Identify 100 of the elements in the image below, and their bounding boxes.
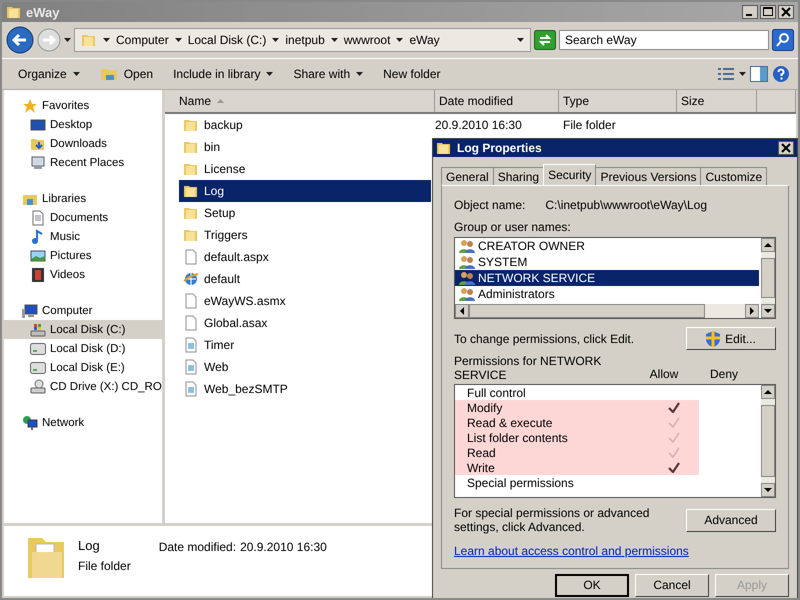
- scrollbar[interactable]: [455, 304, 759, 318]
- help-link[interactable]: Learn about access control and permissions: [454, 544, 689, 558]
- advanced-button[interactable]: Advanced: [686, 508, 776, 532]
- dialog-button[interactable]: Cancel: [635, 574, 709, 596]
- cd-drive-icon: [30, 378, 46, 394]
- nav-item[interactable]: Computer: [4, 301, 162, 320]
- nav-item[interactable]: Favorites: [4, 96, 162, 115]
- file-item[interactable]: Web_bezSMTP: [179, 378, 431, 400]
- caret-icon[interactable]: [517, 38, 524, 42]
- caret-icon[interactable]: [64, 38, 71, 42]
- scroll-up-icon[interactable]: [761, 238, 775, 252]
- permission-name: Write: [467, 460, 496, 474]
- address-bar[interactable]: Computer Local Disk (C:) inetpub wwwroot eWay: [74, 28, 531, 52]
- nav-item[interactable]: Network: [4, 413, 162, 432]
- scroll-up-icon[interactable]: [761, 385, 775, 399]
- caret-icon[interactable]: [739, 72, 746, 76]
- nav-item[interactable]: Pictures: [4, 246, 162, 265]
- close-icon[interactable]: [778, 141, 794, 155]
- instruction-text: To change permissions, click Edit.: [454, 332, 636, 346]
- dialog-button[interactable]: OK: [555, 574, 629, 596]
- scroll-down-icon[interactable]: [761, 304, 775, 318]
- scroll-right-icon[interactable]: [745, 304, 759, 318]
- file-item[interactable]: Global.asax: [179, 312, 431, 334]
- column-header[interactable]: Date modified: [435, 90, 559, 112]
- film-icon: [30, 266, 46, 282]
- toolbar-button[interactable]: Open: [92, 63, 162, 85]
- scroll-left-icon[interactable]: [455, 304, 469, 318]
- nav-item[interactable]: Music: [4, 227, 162, 246]
- search-field[interactable]: Search eWay: [559, 30, 769, 50]
- caret-icon: [72, 72, 80, 76]
- refresh-icon[interactable]: [534, 30, 556, 50]
- preview-pane-icon[interactable]: [750, 66, 768, 82]
- folder-icon: [183, 183, 199, 199]
- settings-file-icon: [183, 359, 199, 375]
- file-item[interactable]: Triggers: [179, 224, 431, 246]
- breadcrumb-item[interactable]: inetpub: [285, 33, 325, 47]
- users-icon: [459, 287, 475, 301]
- column-header[interactable]: Type: [559, 90, 677, 112]
- close-icon[interactable]: [778, 5, 794, 19]
- nav-item[interactable]: Documents: [4, 208, 162, 227]
- toolbar-button[interactable]: Organize: [10, 64, 88, 84]
- minimize-icon[interactable]: [742, 5, 758, 19]
- nav-item[interactable]: Downloads: [4, 134, 162, 153]
- caret-icon[interactable]: [103, 38, 110, 42]
- breadcrumb-item[interactable]: wwwroot: [344, 33, 390, 47]
- scroll-thumb[interactable]: [761, 258, 775, 298]
- document-icon: [183, 315, 199, 331]
- user-item[interactable]: NETWORK SERVICE: [455, 270, 759, 286]
- view-list-icon[interactable]: [717, 67, 735, 81]
- user-item[interactable]: SYSTEM: [455, 254, 759, 270]
- scroll-thumb[interactable]: [469, 304, 705, 318]
- scroll-thumb[interactable]: [761, 405, 775, 477]
- breadcrumb-item[interactable]: Computer: [116, 33, 169, 47]
- toolbar-button[interactable]: Share with: [285, 64, 372, 84]
- document-icon: [30, 210, 46, 226]
- search-icon[interactable]: [772, 29, 794, 51]
- nav-item[interactable]: Recent Places: [4, 153, 162, 172]
- file-item[interactable]: Web: [179, 356, 431, 378]
- pictures-icon: [30, 248, 46, 264]
- breadcrumb-item[interactable]: eWay: [409, 33, 440, 47]
- help-icon[interactable]: [772, 65, 790, 83]
- nav-item[interactable]: Local Disk (C:): [4, 320, 162, 339]
- nav-item[interactable]: Local Disk (E:): [4, 358, 162, 377]
- user-item[interactable]: CREATOR OWNER: [455, 238, 759, 254]
- tab[interactable]: General: [441, 167, 494, 185]
- file-item[interactable]: Setup: [179, 202, 431, 224]
- scrollbar[interactable]: [761, 238, 775, 318]
- toolbar-button[interactable]: Include in library: [165, 64, 282, 84]
- nav-item[interactable]: Desktop: [4, 115, 162, 134]
- user-item[interactable]: Administrators: [455, 286, 759, 302]
- globe-icon: [183, 271, 199, 287]
- column-header[interactable]: Size: [677, 90, 757, 112]
- toolbar-button[interactable]: New folder: [375, 64, 448, 84]
- column-header[interactable]: Name: [165, 90, 435, 112]
- caret-icon[interactable]: [396, 38, 404, 42]
- file-item[interactable]: bin: [179, 136, 431, 158]
- caret-icon[interactable]: [174, 38, 182, 42]
- breadcrumb-item[interactable]: Local Disk (C:): [188, 33, 266, 47]
- scrollbar[interactable]: [761, 385, 775, 497]
- maximize-icon[interactable]: [760, 5, 776, 19]
- file-item[interactable]: License: [179, 158, 431, 180]
- file-item[interactable]: backup: [179, 114, 431, 136]
- file-item[interactable]: Log: [179, 180, 431, 202]
- file-item[interactable]: eWayWS.asmx: [179, 290, 431, 312]
- caret-icon[interactable]: [330, 38, 338, 42]
- tab[interactable]: Security: [543, 164, 596, 185]
- nav-item[interactable]: Videos: [4, 265, 162, 284]
- file-item[interactable]: default: [179, 268, 431, 290]
- back-icon[interactable]: [6, 26, 34, 54]
- file-item[interactable]: default.aspx: [179, 246, 431, 268]
- nav-item[interactable]: Libraries: [4, 189, 162, 208]
- tab[interactable]: Customize: [700, 167, 768, 185]
- folder-icon: [100, 66, 118, 82]
- nav-item[interactable]: CD Drive (X:) CD_RO: [4, 377, 162, 396]
- caret-icon[interactable]: [272, 38, 280, 42]
- edit-button[interactable]: Edit...: [686, 327, 776, 350]
- tab[interactable]: Sharing: [492, 167, 544, 185]
- scroll-down-icon[interactable]: [761, 483, 775, 497]
- nav-item[interactable]: Local Disk (D:): [4, 339, 162, 358]
- file-item[interactable]: Timer: [179, 334, 431, 356]
